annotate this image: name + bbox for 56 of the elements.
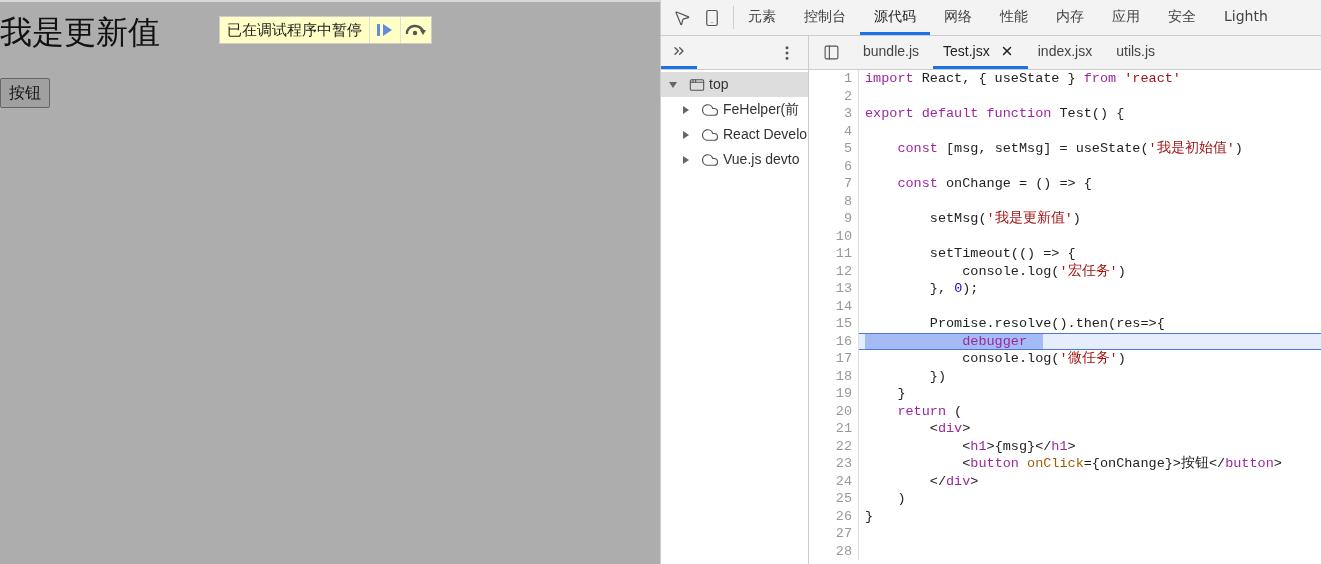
collapsed-arrow-icon[interactable]	[683, 155, 689, 164]
code-line: })	[928, 367, 947, 385]
file-name: Test.jsx	[943, 41, 990, 61]
code-line: }, 0);	[928, 280, 980, 298]
file-tab[interactable]: bundle.js	[853, 36, 934, 69]
code-line: <button onClick={onChange}>按钮</button>	[961, 455, 1283, 473]
code-line: )	[896, 490, 907, 508]
file-name: utils.js	[1116, 41, 1156, 61]
code-line: <h1>{msg}</h1>	[961, 437, 1077, 455]
tree-label: Vue.js devto	[723, 150, 800, 169]
file-tab[interactable]: utils.js	[1106, 36, 1170, 69]
tree-label: React Develo	[723, 125, 808, 144]
code-line: Promise.resolve().then(res=>{	[928, 315, 1166, 333]
sidebar-toggle-icon[interactable]	[822, 44, 840, 61]
file-tab[interactable]: index.jsx	[1027, 36, 1107, 69]
code-line: return (	[896, 402, 964, 420]
tree-label: top	[709, 75, 729, 94]
frame-icon	[689, 76, 705, 93]
code-line: setMsg('我是更新值')	[928, 210, 1082, 228]
file-name: index.jsx	[1037, 41, 1093, 61]
code-line: }	[896, 385, 907, 403]
code-line: <div>	[928, 420, 972, 438]
collapsed-arrow-icon[interactable]	[683, 130, 689, 139]
code-line: const [msg, setMsg] = useState('我是初始值')	[896, 140, 1244, 158]
file-name: bundle.js	[863, 41, 920, 61]
expanded-arrow-icon[interactable]	[669, 81, 677, 88]
tree-item[interactable]: React Develo	[661, 122, 808, 147]
step-over-icon	[405, 24, 427, 36]
code-line: import React, { useState } from 'react'	[864, 70, 1182, 88]
devtools-tab[interactable]: 元素	[734, 0, 790, 35]
inspect-icon[interactable]	[673, 8, 691, 27]
devtools-tab[interactable]: 性能	[986, 0, 1042, 35]
devtools-tab[interactable]: 安全	[1154, 0, 1210, 35]
code-line: </div>	[928, 472, 980, 490]
code-line: const onChange = () => {	[896, 175, 1093, 193]
code-line: export default function Test() {	[864, 105, 1126, 123]
device-icon[interactable]	[703, 8, 721, 27]
tree-item[interactable]: top	[661, 72, 808, 97]
resume-icon	[376, 23, 394, 37]
code-line: setTimeout(() => {	[928, 245, 1077, 263]
paused-text: 已在调试程序中暂停	[226, 19, 363, 41]
tree-item[interactable]: Vue.js devto	[661, 147, 808, 172]
code-line: }	[864, 507, 875, 525]
code-line: console.log('微任务')	[961, 350, 1127, 368]
devtools-tab[interactable]: 网络	[930, 0, 986, 35]
tree-item[interactable]: FeHelper(前	[661, 97, 808, 122]
page-heading: 我是更新值	[0, 12, 160, 52]
devtools-tab[interactable]: Lighth	[1210, 0, 1282, 35]
devtools-tab[interactable]: 应用	[1098, 0, 1154, 35]
page-button[interactable]: 按钮	[0, 78, 50, 108]
file-tab[interactable]: Test.jsx	[933, 36, 1028, 69]
devtools-tab[interactable]: 控制台	[790, 0, 860, 35]
tree-label: FeHelper(前	[723, 100, 800, 119]
devtools-tab[interactable]: 内存	[1042, 0, 1098, 35]
collapsed-arrow-icon[interactable]	[683, 105, 689, 114]
code-line: console.log('宏任务')	[961, 262, 1127, 280]
